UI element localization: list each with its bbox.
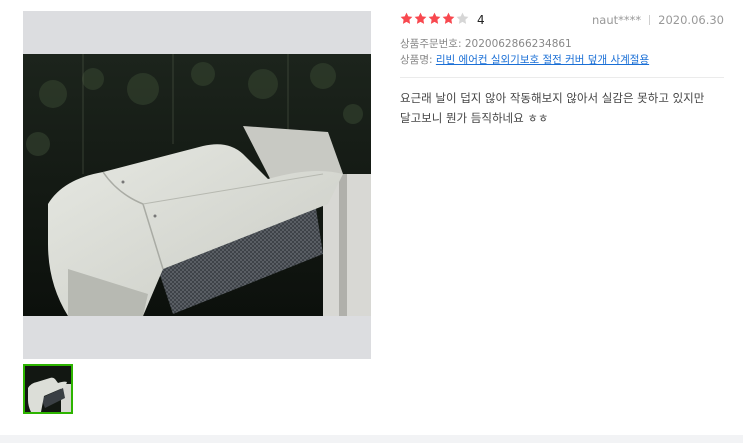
rating-score: 4 [477,13,485,27]
bottom-divider-band [0,435,743,443]
star-icon [414,12,427,25]
review-content: 요근래 날이 덥지 않아 작동해보지 않아서 실감은 못하고 있지만 달고보니 … [400,91,705,125]
meta-separator [649,15,651,25]
review-photo-thumbnail[interactable] [23,364,73,414]
star-icon [456,12,469,25]
order-number-line: 상품주문번호: 2020062866234861 [400,36,724,52]
review-photo [23,54,371,316]
product-name-link[interactable]: 리빈 에어컨 실외기보호 절전 커버 덮개 사계절용 [436,54,649,66]
star-icon [428,12,441,25]
product-line: 상품명: 리빈 에어컨 실외기보호 절전 커버 덮개 사계절용 [400,52,724,68]
star-icon [442,12,455,25]
review-author-date: naut**** 2020.06.30 [592,12,724,28]
star-icon [400,12,413,25]
order-number: 2020062866234861 [464,38,572,50]
review-author: naut**** [592,13,642,27]
review-detail: 4 naut**** 2020.06.30 상품주문번호: 20200628662… [400,11,724,128]
review-date: 2020.06.30 [658,13,724,27]
product-label: 상품명: [400,54,433,66]
divider [400,77,724,78]
review-meta: 4 naut**** 2020.06.30 [400,11,724,31]
review-photo-viewer[interactable] [23,11,371,359]
order-number-label: 상품주문번호: [400,38,462,50]
star-rating [400,12,470,28]
